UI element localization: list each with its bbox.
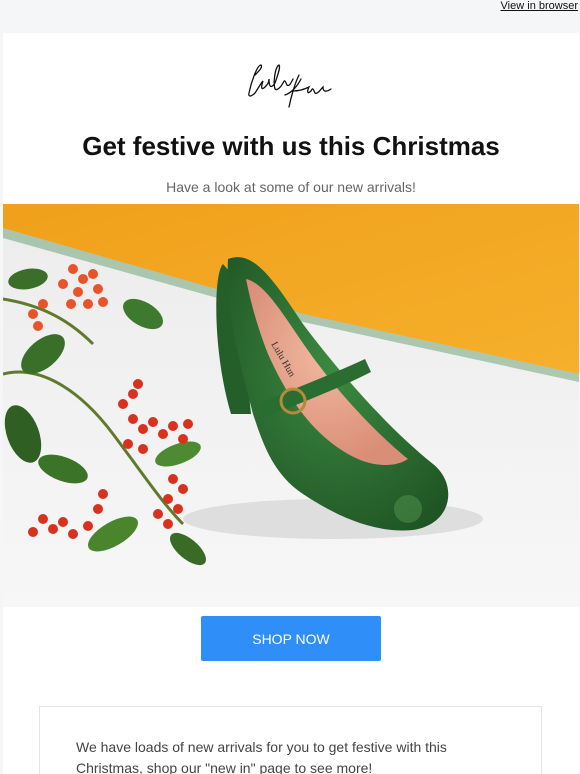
subtitle: Have a look at some of our new arrivals! bbox=[166, 179, 416, 195]
shop-now-button[interactable]: SHOP NOW bbox=[201, 616, 381, 661]
hero-image[interactable]: Lulu Hun bbox=[3, 204, 579, 607]
top-bar: View in browser bbox=[0, 0, 580, 32]
email-card: Get festive with us this Christmas Have … bbox=[3, 33, 579, 774]
page-title: Get festive with us this Christmas bbox=[82, 131, 500, 161]
view-in-browser-link[interactable]: View in browser bbox=[501, 0, 578, 12]
info-text: We have loads of new arrivals for you to… bbox=[76, 739, 447, 774]
info-box: We have loads of new arrivals for you to… bbox=[39, 706, 542, 774]
brand-logo[interactable] bbox=[241, 53, 341, 113]
